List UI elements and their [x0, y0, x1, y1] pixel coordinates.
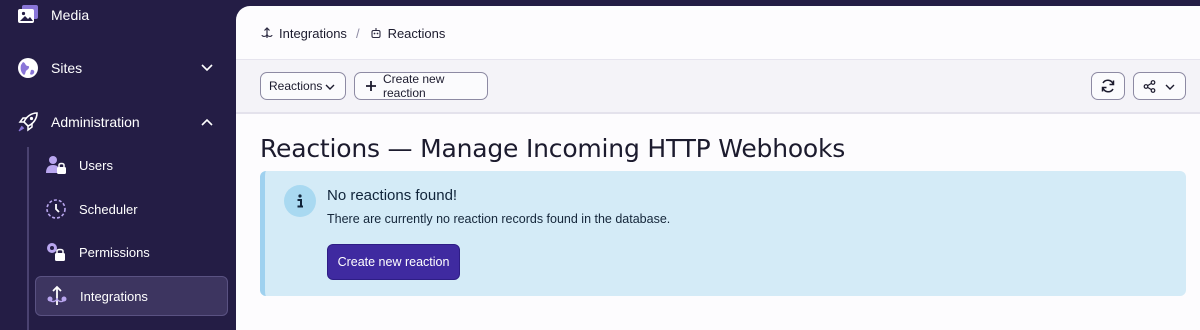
chevron-down-icon [1164, 81, 1176, 93]
page-title: Reactions — Manage Incoming HTTP Webhook… [260, 134, 846, 163]
sidebar-item-integrations[interactable]: Integrations [35, 276, 228, 316]
breadcrumb-link-integrations[interactable]: Integrations [279, 26, 347, 41]
sidebar-item-media[interactable]: Media [0, 0, 236, 35]
sidebar-item-label: Scheduler [79, 201, 138, 217]
chevron-up-icon[interactable] [198, 113, 216, 131]
refresh-button[interactable] [1091, 72, 1125, 100]
partial-icon [44, 320, 68, 330]
sidebar-item-label: Users [79, 157, 113, 173]
refresh-icon [1100, 78, 1116, 94]
sidebar-item-sites[interactable]: Sites [0, 48, 236, 88]
sidebar-item-next[interactable] [35, 322, 228, 330]
info-icon [284, 185, 316, 217]
sidebar-item-label: Media [51, 7, 90, 23]
sidebar-item-label: Integrations [80, 288, 148, 304]
create-reaction-button[interactable]: Create new reaction [354, 72, 488, 100]
breadcrumb-current: Reactions [387, 25, 446, 41]
sidebar-item-label: Sites [51, 60, 83, 76]
alert-title: No reactions found! [327, 187, 458, 204]
media-icon [16, 3, 40, 27]
sidebar-item-permissions[interactable]: Permissions [35, 232, 228, 272]
globe-icon [16, 56, 40, 80]
main-panel: Integrations / Reactions Reactions Creat… [236, 6, 1200, 330]
robot-icon [369, 26, 383, 40]
alert-message: There are currently no reaction records … [327, 212, 671, 226]
plus-icon [365, 80, 377, 92]
empty-state-alert: No reactions found! There are currently … [260, 171, 1186, 296]
breadcrumb: Integrations / Reactions [260, 24, 445, 42]
create-label: Create new reaction [383, 72, 445, 100]
chevron-down-icon [324, 81, 336, 93]
reactions-dropdown-button[interactable]: Reactions [260, 72, 346, 100]
integrations-icon [260, 26, 274, 40]
users-icon [44, 153, 68, 177]
breadcrumb-separator: / [355, 25, 360, 41]
submenu-guide-line [27, 147, 29, 330]
chevron-down-icon[interactable] [198, 59, 216, 77]
toolbar-divider [236, 112, 1200, 114]
share-menu-button[interactable] [1133, 72, 1186, 100]
rocket-icon [16, 110, 40, 134]
permissions-icon [44, 240, 68, 264]
sidebar-item-label: Permissions [79, 244, 150, 260]
share-icon [1143, 79, 1156, 93]
sidebar-item-users[interactable]: Users [35, 145, 228, 185]
integrations-icon [45, 284, 69, 308]
sidebar-item-scheduler[interactable]: Scheduler [35, 189, 228, 229]
clock-icon [44, 197, 68, 221]
sidebar: Media Sites Administration Users Schedul… [0, 0, 236, 330]
sidebar-item-administration[interactable]: Administration [0, 102, 236, 142]
dropdown-label: Reactions [269, 79, 323, 93]
sidebar-item-label: Administration [51, 114, 140, 130]
create-reaction-primary-button[interactable]: Create new reaction [327, 244, 460, 280]
